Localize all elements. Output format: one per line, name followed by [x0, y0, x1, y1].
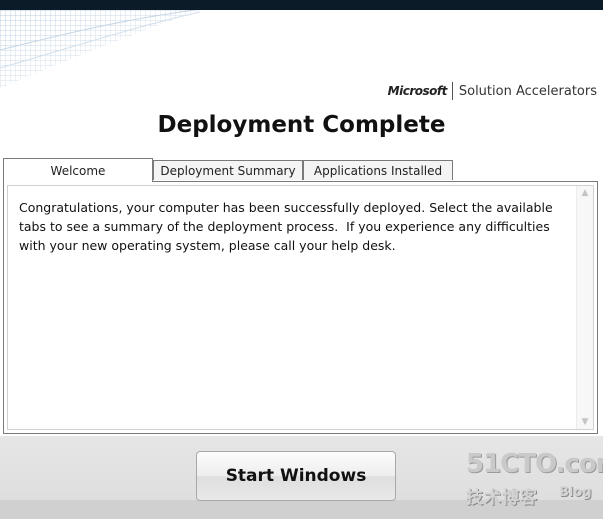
product-name: Solution Accelerators	[458, 83, 597, 99]
watermark-site: 51CTO.com	[466, 449, 603, 479]
chevron-up-icon[interactable]: ▲	[577, 186, 593, 200]
vertical-scrollbar[interactable]: ▲ ▼	[576, 186, 593, 429]
watermark: 51CTO.com 技术博客 Blog	[463, 449, 603, 509]
tab-strip: Welcome Deployment Summary Applications …	[3, 158, 603, 182]
tab-label: Deployment Summary	[160, 163, 296, 178]
tab-deployment-summary[interactable]: Deployment Summary	[153, 160, 303, 180]
logo-divider	[451, 82, 453, 100]
tab-applications-installed[interactable]: Applications Installed	[303, 160, 453, 180]
watermark-chinese: 技术博客	[466, 488, 538, 508]
header-swoosh-graphic	[0, 10, 201, 88]
window-top-bar	[0, 0, 603, 10]
tab-label: Welcome	[50, 163, 106, 178]
tab-content-panel: Congratulations, your computer has been …	[3, 181, 598, 434]
welcome-message: Congratulations, your computer has been …	[19, 200, 557, 253]
start-windows-button[interactable]: Start Windows	[196, 451, 396, 501]
welcome-text-area[interactable]: Congratulations, your computer has been …	[7, 185, 594, 430]
microsoft-solution-accelerators-logo: Microsoft Solution Accelerators	[388, 82, 597, 100]
microsoft-logo-text: Microsoft	[387, 84, 448, 98]
page-title: Deployment Complete	[157, 112, 446, 138]
tab-label: Applications Installed	[313, 163, 443, 178]
start-windows-button-label: Start Windows	[225, 466, 367, 486]
watermark-blog: Blog	[559, 485, 592, 500]
tab-welcome[interactable]: Welcome	[3, 158, 153, 182]
chevron-down-icon[interactable]: ▼	[577, 415, 593, 429]
